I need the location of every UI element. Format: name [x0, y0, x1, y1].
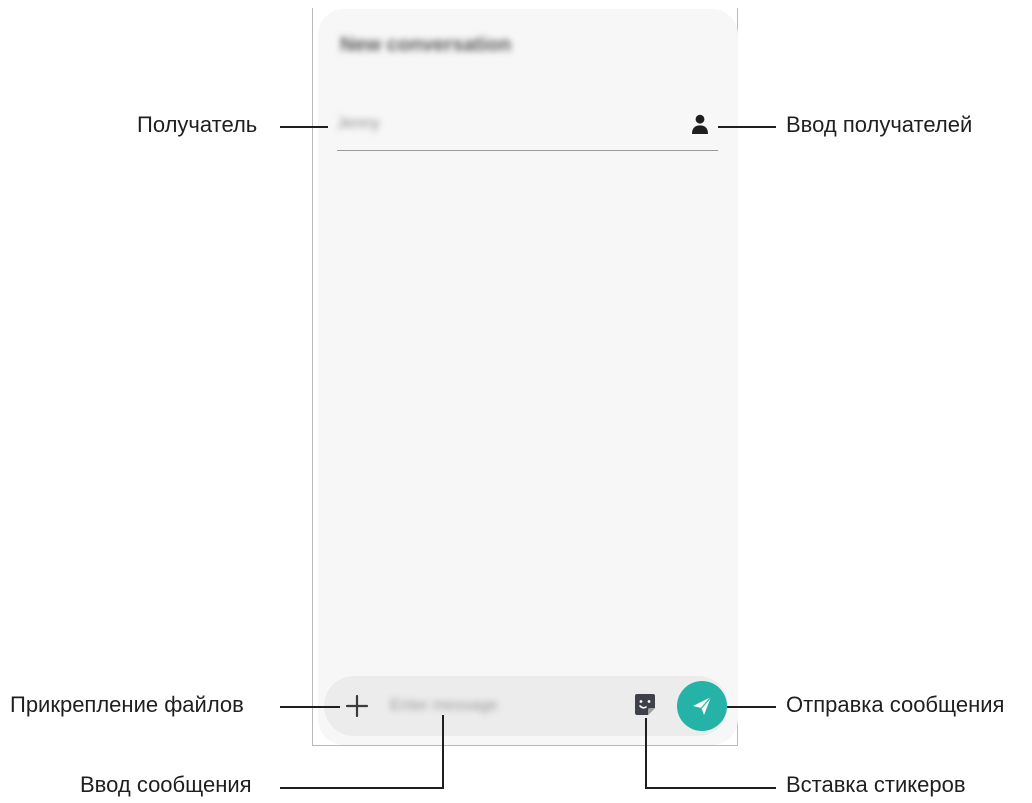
callout-enter-recipients: Ввод получателей	[786, 112, 973, 137]
recipient-field[interactable]: Jenny	[337, 107, 667, 141]
leader-line-attach-files	[280, 706, 340, 708]
leader-line-send-message	[727, 706, 776, 708]
sticker-icon	[635, 694, 655, 715]
recipient-divider	[337, 150, 718, 151]
callout-enter-message: Ввод сообщения	[80, 772, 252, 797]
send-icon	[693, 696, 712, 715]
contact-person-icon[interactable]	[689, 113, 711, 135]
leader-line-insert-stickers-v	[645, 718, 647, 789]
callout-recipient: Получатель	[137, 112, 258, 137]
leader-line-recipient	[280, 126, 328, 128]
send-button[interactable]	[677, 681, 727, 731]
leader-line-enter-message-h	[280, 787, 444, 789]
attach-files-button[interactable]	[340, 689, 374, 723]
leader-line-enter-recipients	[718, 126, 776, 128]
leader-line-insert-stickers-h	[645, 787, 776, 789]
plus-icon	[345, 694, 369, 718]
callout-insert-stickers: Вставка стикеров	[786, 772, 966, 797]
leader-line-enter-message-v	[442, 715, 444, 789]
message-input[interactable]: Enter message	[390, 691, 610, 721]
screen-title: New conversation	[340, 34, 512, 56]
sticker-button[interactable]	[630, 690, 660, 720]
callout-send-message: Отправка сообщения	[786, 692, 1005, 717]
callout-attach-files: Прикрепление файлов	[10, 692, 244, 717]
